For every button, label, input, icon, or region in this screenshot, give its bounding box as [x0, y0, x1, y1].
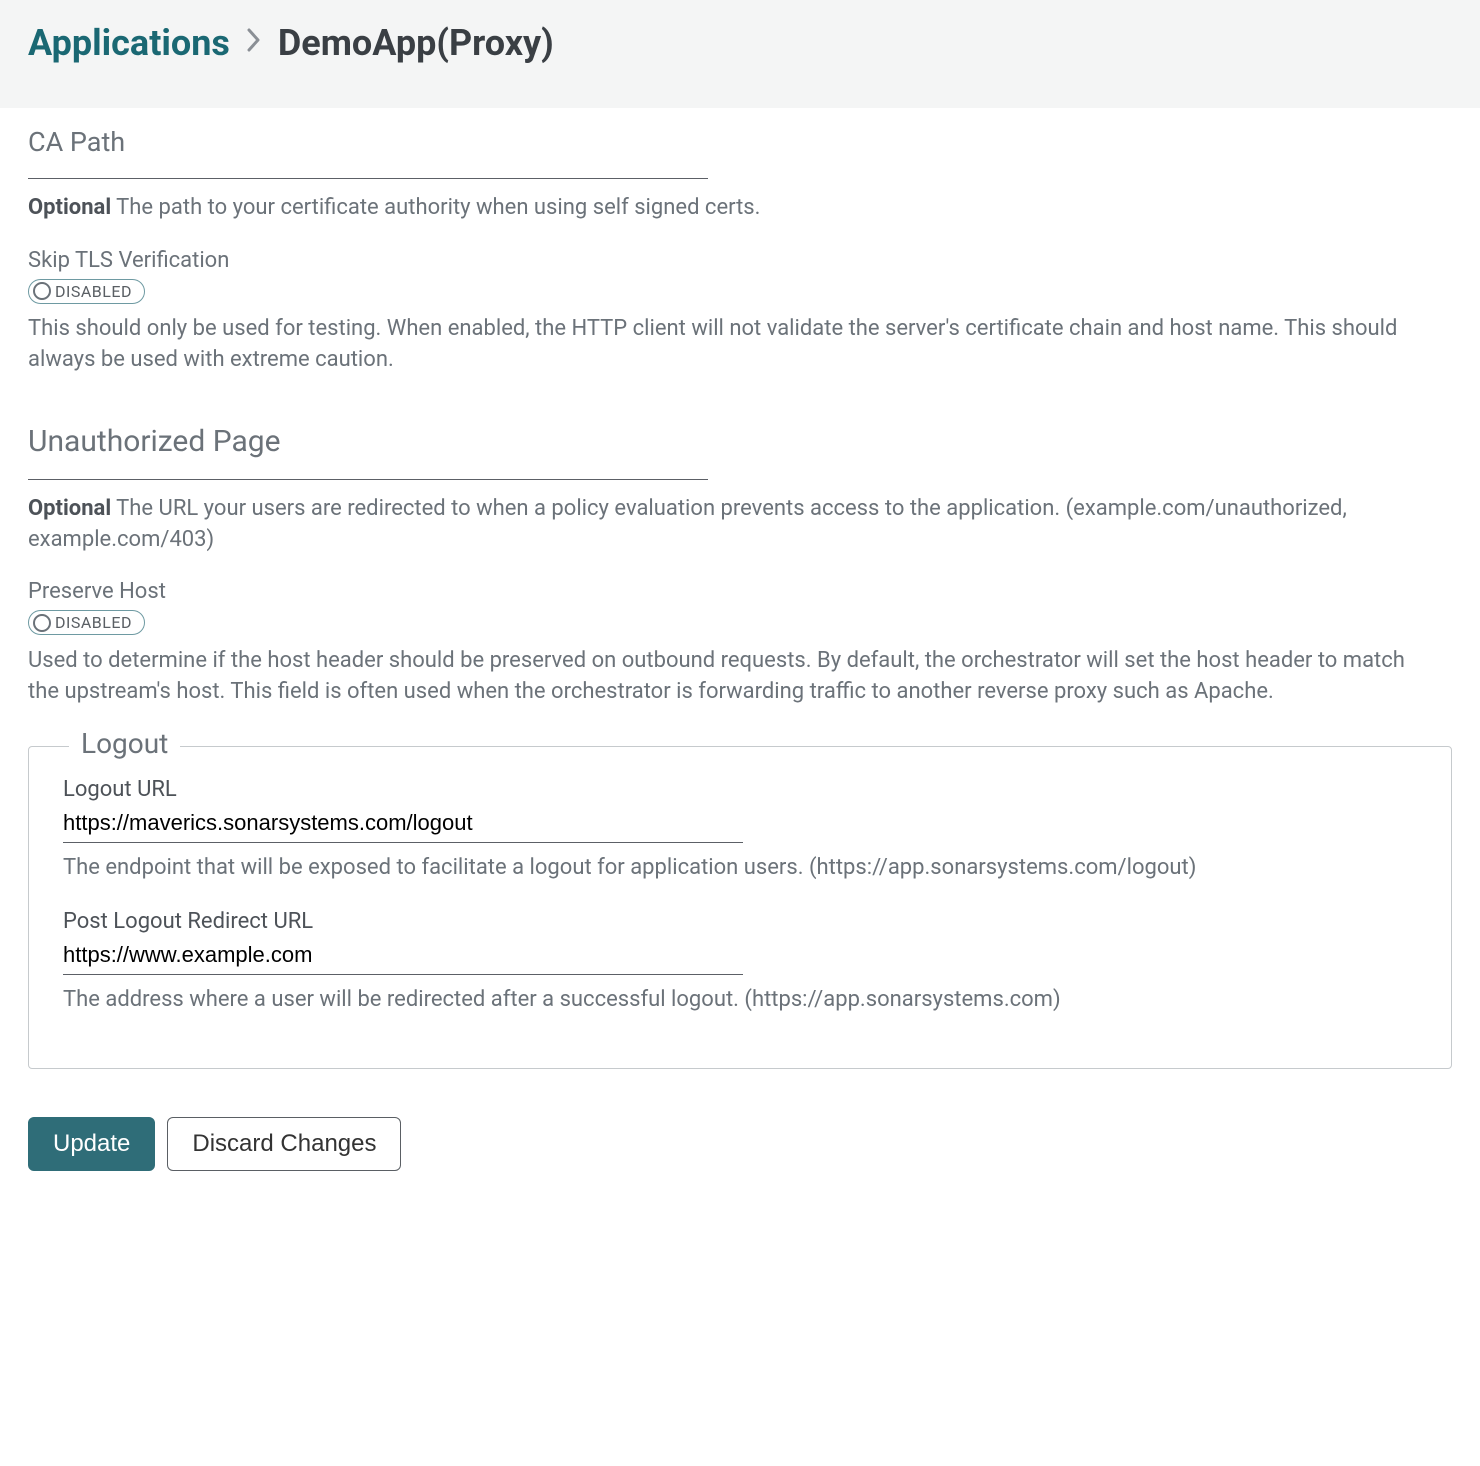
unauthorized-page-field: Unauthorized Page Optional The URL your …	[28, 424, 1452, 708]
unauthorized-page-label: Unauthorized Page	[28, 424, 1452, 459]
preserve-host-helper: Used to determine if the host header sho…	[28, 646, 1408, 708]
ca-path-input-line[interactable]	[28, 171, 708, 179]
preserve-host-toggle[interactable]: DISABLED	[28, 610, 145, 635]
skip-tls-toggle[interactable]: DISABLED	[28, 279, 145, 304]
unauthorized-page-input-line[interactable]	[28, 472, 708, 480]
post-logout-url-helper: The address where a user will be redirec…	[63, 985, 1417, 1016]
post-logout-url-label: Post Logout Redirect URL	[63, 909, 1417, 934]
update-button[interactable]: Update	[28, 1117, 155, 1171]
post-logout-url-input[interactable]	[63, 938, 743, 975]
ca-path-label: CA Path	[28, 126, 1452, 158]
breadcrumb: Applications DemoApp(Proxy)	[0, 0, 1480, 108]
action-buttons: Update Discard Changes	[28, 1117, 1452, 1171]
logout-url-helper: The endpoint that will be exposed to fac…	[63, 853, 1417, 884]
ca-path-helper: Optional The path to your certificate au…	[28, 193, 1408, 224]
unauthorized-page-helper: Optional The URL your users are redirect…	[28, 494, 1408, 556]
breadcrumb-root[interactable]: Applications	[28, 22, 230, 64]
logout-url-input[interactable]	[63, 806, 743, 843]
preserve-host-state: DISABLED	[55, 613, 132, 632]
logout-legend: Logout	[69, 727, 180, 760]
toggle-off-icon	[33, 614, 51, 632]
chevron-right-icon	[246, 26, 262, 61]
breadcrumb-current: DemoApp(Proxy)	[278, 22, 554, 64]
skip-tls-label: Skip TLS Verification	[28, 248, 1452, 273]
logout-fieldset: Logout Logout URL The endpoint that will…	[28, 746, 1452, 1070]
discard-changes-button[interactable]: Discard Changes	[167, 1117, 401, 1171]
skip-tls-helper: This should only be used for testing. Wh…	[28, 314, 1408, 376]
ca-path-field: CA Path Optional The path to your certif…	[28, 126, 1452, 376]
logout-url-label: Logout URL	[63, 777, 1417, 802]
preserve-host-label: Preserve Host	[28, 579, 1452, 604]
toggle-off-icon	[33, 282, 51, 300]
skip-tls-state: DISABLED	[55, 282, 132, 301]
